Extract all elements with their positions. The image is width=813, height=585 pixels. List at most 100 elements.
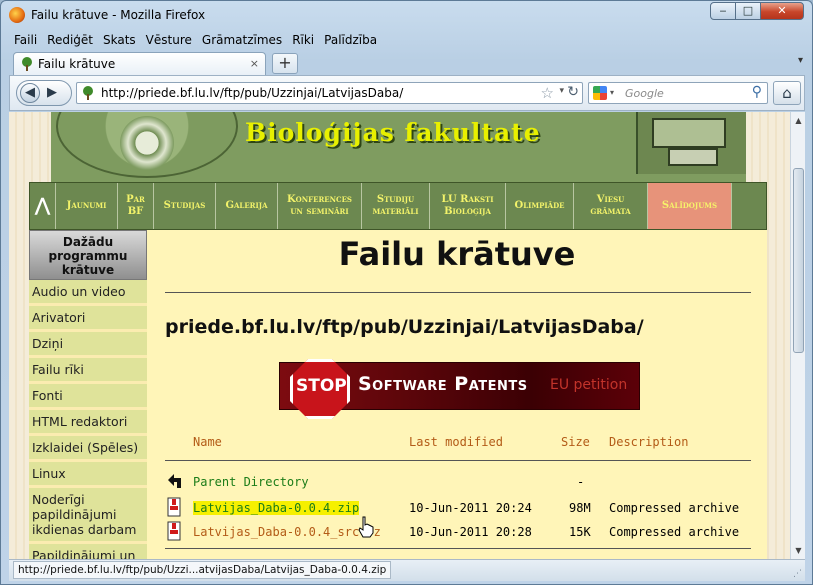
- menu-skats[interactable]: Skats: [98, 30, 141, 50]
- search-box[interactable]: ▾ Google ⚲: [588, 82, 768, 104]
- stop-label: STOP: [296, 376, 347, 396]
- nav-konferences[interactable]: Konferences un semināri: [278, 183, 362, 229]
- url-text[interactable]: http://priede.bf.lu.lv/ftp/pub/Uzzinjai/…: [101, 86, 403, 100]
- divider: [165, 292, 751, 293]
- main-content: Failu krātuve priede.bf.lu.lv/ftp/pub/Uz…: [147, 230, 767, 559]
- new-tab-button[interactable]: +: [272, 53, 298, 74]
- back-icon: [168, 474, 181, 488]
- latvijas-daba-zip-link[interactable]: Latvijas_Daba-0.0.4.zip: [193, 501, 360, 515]
- nav-studiju-materiali[interactable]: Studiju materiāli: [362, 183, 430, 229]
- home-button[interactable]: ⌂: [773, 81, 801, 105]
- sidebar-item-linux[interactable]: Linux: [29, 462, 147, 488]
- sidebar-item-papildinajumi[interactable]: Papildinājumi un: [29, 544, 147, 559]
- back-forward-group: ◀ ▶: [16, 80, 72, 106]
- vertical-scrollbar[interactable]: ▲ ▼: [790, 112, 805, 559]
- directory-path-heading: priede.bf.lu.lv/ftp/pub/Uzzinjai/Latvija…: [165, 316, 644, 338]
- reload-icon[interactable]: ↻: [567, 84, 579, 100]
- close-button[interactable]: ✕: [760, 2, 804, 20]
- status-url: http://priede.bf.lu.lv/ftp/pub/Uzzi...at…: [13, 561, 392, 579]
- window-controls: ‒ □ ✕: [710, 2, 804, 20]
- row-modified: 10-Jun-2011 20:28: [409, 525, 532, 539]
- nav-olimpiade[interactable]: Olimpiāde: [506, 183, 574, 229]
- scroll-down-icon[interactable]: ▼: [792, 543, 805, 558]
- software-patents-label: Software Patents: [358, 373, 528, 395]
- row-modified: 10-Jun-2011 20:24: [409, 501, 532, 515]
- google-engine-icon[interactable]: [593, 86, 607, 100]
- top-navigation: ⋀ Jaunumi Par BF Studijas Galerija Konfe…: [29, 182, 767, 230]
- search-icon[interactable]: ⚲: [752, 84, 762, 100]
- row-description: Compressed archive: [609, 525, 740, 539]
- back-button[interactable]: ◀: [20, 83, 40, 103]
- page-title: Failu krātuve: [338, 235, 576, 273]
- nav-salidojums[interactable]: Salīdojums: [648, 183, 732, 229]
- firefox-icon: [9, 7, 25, 23]
- table-row: Latvijas_Daba-0.0.4.zip 10-Jun-2011 20:2…: [165, 497, 751, 521]
- divider: [165, 548, 751, 549]
- menu-gramatzimes[interactable]: Grāmatzīmes: [197, 30, 287, 50]
- menu-bar: Faili Rediģēt Skats Vēsture Grāmatzīmes …: [9, 30, 382, 50]
- nav-jaunumi[interactable]: Jaunumi: [56, 183, 118, 229]
- browser-window: Failu krātuve - Mozilla Firefox ‒ □ ✕ Fa…: [0, 0, 813, 585]
- parent-directory-link[interactable]: Parent Directory: [193, 475, 309, 489]
- menu-palidziba[interactable]: Palīdzība: [319, 30, 382, 50]
- stop-software-patents-banner[interactable]: STOP Software Patents EU petition: [279, 359, 640, 419]
- sidebar-item-noderigi[interactable]: Noderīgi papildinājumi ikdienas darbam: [29, 488, 147, 544]
- faculty-banner: Bioloģijas fakultate: [51, 112, 746, 182]
- row-description: Compressed archive: [609, 501, 740, 515]
- row-size: 98M: [569, 501, 591, 515]
- tab-strip: Failu krātuve × + ▾: [9, 51, 805, 75]
- search-input[interactable]: Google: [625, 87, 664, 100]
- tab-list-dropdown-icon[interactable]: ▾: [798, 55, 803, 66]
- menu-vesture[interactable]: Vēsture: [141, 30, 197, 50]
- latvijas-daba-src-link[interactable]: Latvijas_Daba-0.0.4_src.7z: [193, 525, 381, 539]
- sidebar-item-arivatori[interactable]: Arivatori: [29, 306, 147, 332]
- menu-faili[interactable]: Faili: [9, 30, 42, 50]
- oak-tree-icon: [120, 116, 174, 170]
- column-header-description[interactable]: Description: [609, 435, 688, 451]
- status-bar: http://priede.bf.lu.lv/ftp/pub/Uzzi...at…: [9, 559, 805, 581]
- url-history-dropdown-icon[interactable]: ▾: [559, 86, 564, 96]
- minimize-button[interactable]: ‒: [710, 2, 736, 20]
- sidebar-title: Dažādu programmu krātuve: [29, 230, 147, 280]
- faculty-title: Bioloģijas fakultate: [245, 118, 541, 147]
- table-row: Latvijas_Daba-0.0.4_src.7z 10-Jun-2011 2…: [165, 521, 751, 545]
- column-header-size[interactable]: Size: [561, 435, 590, 451]
- university-seal-logo: [56, 112, 238, 178]
- nav-home-icon[interactable]: ⋀: [30, 183, 56, 229]
- sidebar-item-izklaidei[interactable]: Izklaidei (Spēles): [29, 436, 147, 462]
- tab-close-icon[interactable]: ×: [250, 57, 259, 70]
- tab-failu-kratuve[interactable]: Failu krātuve ×: [13, 52, 266, 75]
- maximize-button[interactable]: □: [735, 2, 761, 20]
- page-viewport: Bioloģijas fakultate ⋀ Jaunumi Par BF St…: [9, 112, 790, 559]
- url-bar[interactable]: http://priede.bf.lu.lv/ftp/pub/Uzzinjai/…: [76, 82, 583, 104]
- navigation-toolbar: ◀ ▶ http://priede.bf.lu.lv/ftp/pub/Uzzin…: [9, 75, 805, 111]
- title-bar[interactable]: Failu krātuve - Mozilla Firefox ‒ □ ✕: [1, 1, 812, 29]
- nav-par-bf[interactable]: Par BF: [118, 183, 154, 229]
- eu-petition-label: EU petition: [550, 377, 628, 393]
- tree-favicon-icon: [22, 57, 32, 71]
- sidebar-item-failu-riki[interactable]: Failu rīki: [29, 358, 147, 384]
- column-header-last-modified[interactable]: Last modified: [409, 435, 503, 451]
- resize-grip-icon[interactable]: ⋰: [793, 569, 802, 579]
- table-row: Parent Directory -: [165, 471, 751, 495]
- row-size: 15K: [569, 525, 591, 539]
- sidebar-item-fonti[interactable]: Fonti: [29, 384, 147, 410]
- menu-rediget[interactable]: Rediģēt: [42, 30, 98, 50]
- divider: [165, 460, 751, 461]
- forward-button[interactable]: ▶: [47, 85, 57, 100]
- column-header-name[interactable]: Name: [193, 435, 222, 451]
- bookmark-star-icon[interactable]: ☆: [541, 84, 554, 102]
- sidebar-item-html-redaktori[interactable]: HTML redaktori: [29, 410, 147, 436]
- scroll-up-icon[interactable]: ▲: [792, 113, 805, 128]
- menu-riki[interactable]: Rīki: [287, 30, 319, 50]
- sidebar-item-audio-video[interactable]: Audio un video: [29, 280, 147, 306]
- search-engine-dropdown-icon[interactable]: ▾: [610, 88, 614, 97]
- nav-viesu-gramata[interactable]: Viesu grāmata: [574, 183, 648, 229]
- nav-galerija[interactable]: Galerija: [216, 183, 278, 229]
- file-cabinet-icon: [636, 112, 746, 174]
- scrollbar-thumb[interactable]: [793, 168, 804, 353]
- sidebar-item-dzini[interactable]: Dziņi: [29, 332, 147, 358]
- tree-favicon-icon: [83, 86, 93, 100]
- nav-studijas[interactable]: Studijas: [154, 183, 216, 229]
- nav-lu-raksti[interactable]: LU Raksti Bioloģija: [430, 183, 506, 229]
